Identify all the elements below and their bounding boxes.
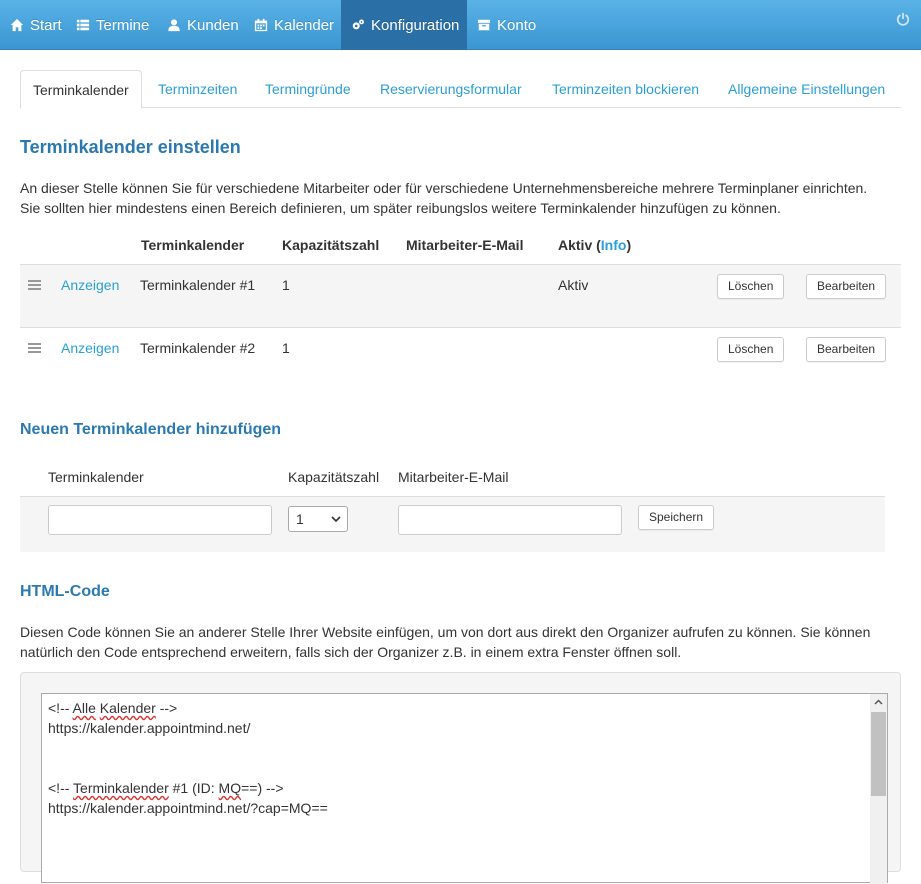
user-icon	[168, 19, 180, 32]
html-code-textarea[interactable]: <!-- Alle Kalender --> https://kalender.…	[41, 693, 888, 884]
code-line: https://kalender.appointmind.net/?cap=MQ…	[48, 800, 328, 816]
home-icon	[10, 18, 24, 32]
html-code-description-1: Diesen Code können Sie an anderer Stelle…	[20, 624, 871, 640]
html-code-panel: <!-- Alle Kalender --> https://kalender.…	[20, 672, 901, 884]
nav-kalender[interactable]: Kalender	[254, 0, 334, 50]
code-line: <!-- Alle Kalender -->	[48, 700, 178, 716]
calendar-capacity: 1	[282, 340, 290, 356]
nav-kunden-label: Kunden	[187, 16, 239, 34]
list-icon	[76, 19, 90, 31]
calendars-description-2: Sie sollten hier mindestens einen Bereic…	[20, 200, 781, 216]
drag-handle-icon[interactable]	[28, 343, 41, 353]
chevron-down-icon	[331, 516, 341, 523]
save-button[interactable]: Speichern	[638, 505, 715, 530]
calendar-capacity: 1	[282, 277, 290, 293]
form-label-calendar: Terminkalender	[48, 469, 144, 485]
section-title-add: Neuen Terminkalender hinzufügen	[20, 421, 282, 438]
form-label-capacity: Kapazitätszahl	[288, 469, 380, 485]
scroll-up-icon[interactable]	[870, 694, 887, 711]
table-row: Anzeigen Terminkalender #1 1 Aktiv Lösch…	[20, 264, 901, 328]
header-active-label: Aktiv (	[558, 237, 601, 253]
new-calendar-email-input[interactable]	[398, 505, 622, 535]
add-form-row: 1 Speichern	[20, 496, 885, 552]
drag-handle-icon[interactable]	[28, 280, 41, 290]
edit-button[interactable]: Bearbeiten	[806, 337, 887, 362]
power-icon[interactable]	[896, 12, 910, 26]
calendar-name: Terminkalender #1	[140, 277, 256, 293]
code-line: https://kalender.appointmind.net/	[48, 720, 251, 736]
nav-konto[interactable]: Konto	[477, 0, 536, 50]
table-row: Anzeigen Terminkalender #2 1 Löschen Bea…	[20, 327, 901, 377]
nav-termine-label: Termine	[96, 16, 150, 34]
gears-icon	[352, 19, 364, 30]
nav-kunden[interactable]: Kunden	[167, 0, 239, 50]
capacity-select[interactable]: 1	[288, 506, 348, 532]
section-title-calendars: Terminkalender einstellen	[20, 137, 241, 157]
nav-start-label: Start	[30, 16, 62, 34]
section-title-html-code: HTML-Code	[20, 583, 110, 600]
calendar-name: Terminkalender #2	[140, 340, 256, 356]
nav-start[interactable]: Start	[10, 0, 62, 50]
nav-kalender-label: Kalender	[274, 16, 335, 34]
html-code-description-2: natürlich den Code entsprechend erweiter…	[20, 644, 682, 660]
active-info-link[interactable]: Info	[601, 237, 627, 253]
show-link[interactable]: Anzeigen	[61, 340, 119, 356]
textarea-scrollbar[interactable]	[870, 694, 887, 884]
tab-terminzeiten-blockieren[interactable]: Terminzeiten blockieren	[552, 70, 699, 108]
new-calendar-name-input[interactable]	[48, 505, 272, 535]
header-capacity: Kapazitätszahl	[282, 237, 380, 253]
form-label-email: Mitarbeiter-E-Mail	[398, 469, 509, 485]
calendar-icon	[254, 18, 268, 32]
calendars-description-1: An dieser Stelle können Sie für verschie…	[20, 180, 868, 196]
calendar-active-status: Aktiv	[558, 277, 589, 293]
capacity-select-value: 1	[296, 511, 304, 527]
delete-button[interactable]: Löschen	[717, 274, 785, 299]
nav-konfiguration-label: Konfiguration	[371, 16, 460, 34]
delete-button[interactable]: Löschen	[717, 337, 785, 362]
tab-termingruende[interactable]: Termingründe	[265, 70, 351, 108]
config-tabs: Terminkalender Terminzeiten Termingründe…	[20, 70, 901, 109]
edit-button[interactable]: Bearbeiten	[806, 274, 887, 299]
header-active: Aktiv (Info)	[558, 237, 631, 253]
tab-reservierungsformular[interactable]: Reservierungsformular	[380, 70, 522, 108]
nav-konto-label: Konto	[497, 16, 537, 34]
tab-terminzeiten[interactable]: Terminzeiten	[158, 70, 237, 108]
top-navigation: Start Termine Kunden Kalender Konfigurat…	[0, 0, 921, 50]
archive-icon	[477, 19, 491, 31]
header-active-suffix: )	[626, 237, 632, 253]
show-link[interactable]: Anzeigen	[61, 277, 119, 293]
nav-konfiguration[interactable]: Konfiguration	[341, 0, 467, 50]
code-line: <!-- Terminkalender #1 (ID: MQ==) -->	[48, 780, 284, 796]
header-calendar: Terminkalender	[141, 237, 245, 253]
scroll-thumb[interactable]	[871, 712, 886, 796]
header-email: Mitarbeiter-E-Mail	[406, 237, 524, 253]
nav-termine[interactable]: Termine	[76, 0, 149, 50]
tab-terminkalender[interactable]: Terminkalender	[20, 70, 142, 109]
tab-allgemeine-einstellungen[interactable]: Allgemeine Einstellungen	[728, 70, 885, 108]
